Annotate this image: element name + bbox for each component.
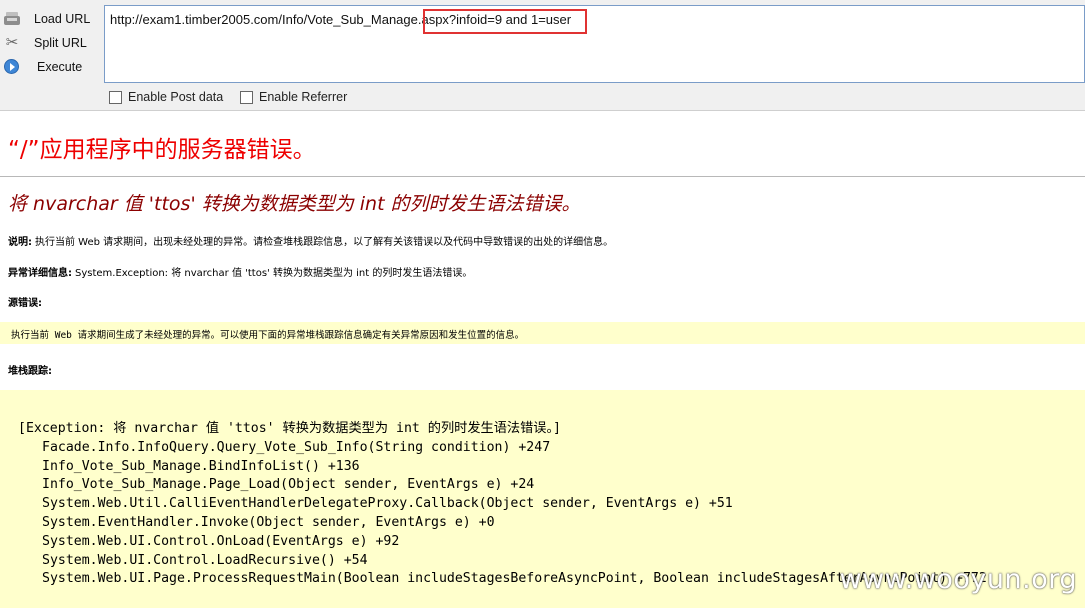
divider (0, 176, 1085, 177)
error-subtitle: 将 nvarchar 值 'ttos' 转换为数据类型为 int 的列时发生语法… (8, 193, 581, 215)
source-error-label: 源错误: (8, 298, 42, 309)
execute-label: Execute (37, 60, 83, 74)
url-highlight-box (423, 9, 587, 34)
url-textarea[interactable]: http://exam1.timber2005.com/Info/Vote_Su… (104, 5, 1085, 83)
enable-referrer-label: Enable Referrer (259, 90, 348, 104)
split-url-icon: ✂ (5, 34, 19, 51)
watermark: www.wooyun.org (839, 564, 1077, 595)
stack-line: System.Web.Util.CalliEventHandlerDelegat… (42, 496, 733, 512)
stack-line: [Exception: 将 nvarchar 值 'ttos' 转换为数据类型为… (18, 421, 561, 436)
hackbar-toolbar: Load URL ✂ Split URL Execute http://exam… (0, 0, 1085, 111)
stack-trace-paragraph: 堆栈跟踪: (8, 362, 55, 377)
load-url-label: Load URL (34, 12, 91, 26)
enable-referrer-checkbox[interactable]: Enable Referrer (240, 90, 347, 104)
enable-post-checkbox[interactable]: Enable Post data (109, 90, 223, 104)
exception-details-text: System.Exception: 将 nvarchar 值 'ttos' 转换… (75, 268, 473, 279)
description-text: 执行当前 Web 请求期间，出现未经处理的异常。请检查堆栈跟踪信息，以了解有关该… (35, 237, 614, 248)
description-label: 说明: (8, 237, 32, 248)
exception-details-label: 异常详细信息: (8, 268, 72, 279)
stack-line: Info_Vote_Sub_Manage.Page_Load(Object se… (42, 477, 535, 493)
description-paragraph: 说明: 执行当前 Web 请求期间，出现未经处理的异常。请检查堆栈跟踪信息，以了解… (8, 233, 613, 248)
stack-line: Info_Vote_Sub_Manage.BindInfoList() +136 (42, 458, 360, 474)
error-page-title: “/”应用程序中的服务器错误。 (8, 137, 316, 163)
stack-line: System.EventHandler.Invoke(Object sender… (42, 514, 495, 530)
source-error-box: 执行当前 Web 请求期间生成了未经处理的异常。可以使用下面的异常堆栈跟踪信息确… (0, 322, 1085, 344)
enable-post-label: Enable Post data (128, 90, 224, 104)
execute-button[interactable]: Execute (0, 56, 100, 78)
checkbox-icon (240, 90, 253, 104)
exception-details-paragraph: 异常详细信息: System.Exception: 将 nvarchar 值 't… (8, 264, 472, 279)
checkbox-icon (109, 90, 122, 104)
load-url-button[interactable]: Load URL (0, 8, 100, 30)
stack-line: System.Web.UI.Control.OnLoad(EventArgs e… (42, 533, 400, 549)
load-url-icon (4, 11, 20, 27)
execute-icon (4, 59, 20, 75)
split-url-label: Split URL (34, 36, 87, 50)
stack-line: Facade.Info.InfoQuery.Query_Vote_Sub_Inf… (42, 439, 551, 455)
stack-trace-label: 堆栈跟踪: (8, 366, 52, 377)
split-url-button[interactable]: ✂ Split URL (0, 32, 100, 54)
source-error-paragraph: 源错误: (8, 294, 45, 309)
